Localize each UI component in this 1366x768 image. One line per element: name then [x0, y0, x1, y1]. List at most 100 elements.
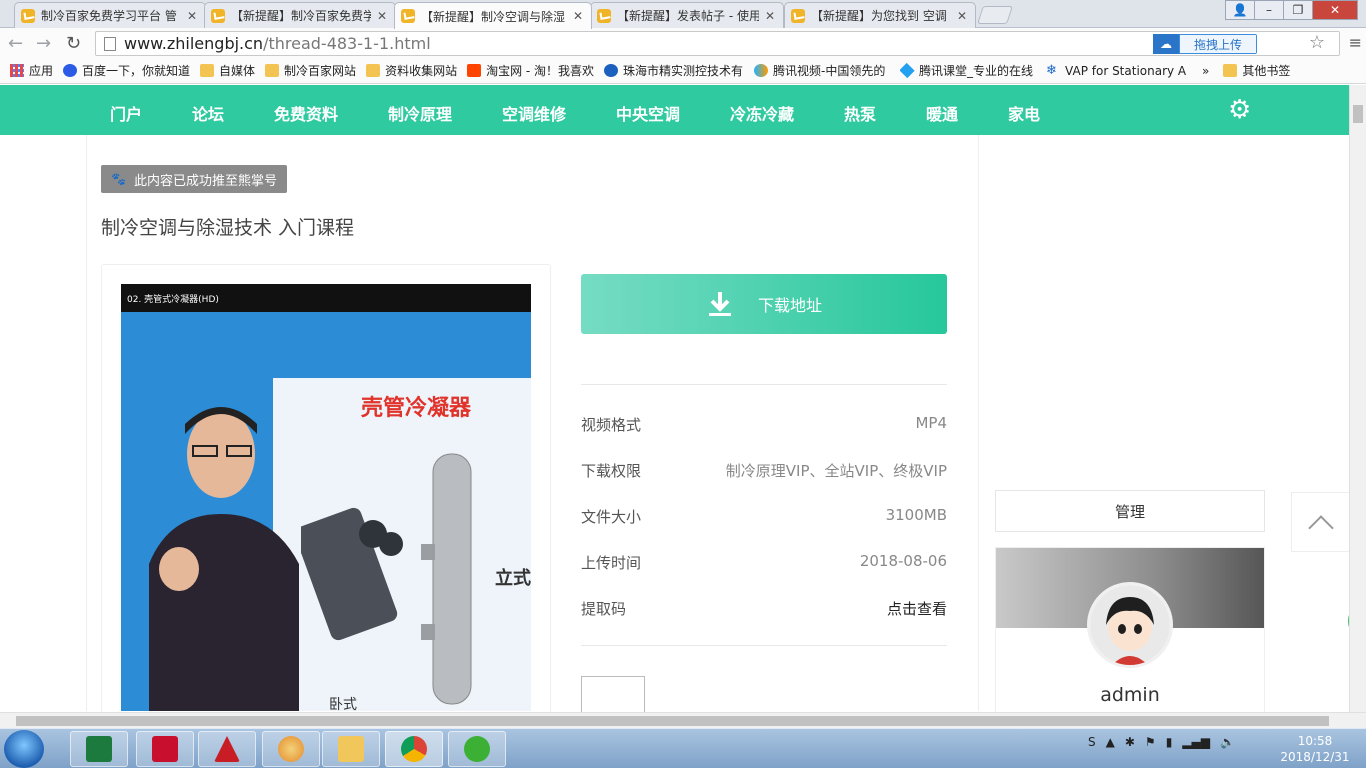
- pdf-icon: [152, 736, 178, 762]
- author-username[interactable]: admin: [995, 684, 1265, 706]
- nav-appliance[interactable]: 家电: [1008, 101, 1040, 125]
- manage-button[interactable]: 管理: [995, 490, 1265, 532]
- browser-menu-icon[interactable]: ≡: [1349, 33, 1362, 52]
- avatar[interactable]: [1087, 582, 1173, 668]
- drag-upload-button[interactable]: ☁ 拖拽上传: [1153, 34, 1257, 54]
- horizontal-scroll-thumb[interactable]: [16, 716, 1329, 726]
- excel-icon: [86, 736, 112, 762]
- taskbar-chrome[interactable]: [385, 731, 443, 767]
- nav-refrigeration-principle[interactable]: 制冷原理: [388, 101, 452, 125]
- nav-heat-pump[interactable]: 热泵: [844, 101, 876, 125]
- taskbar-autocad[interactable]: [198, 731, 256, 767]
- info-row-permission: 下载权限 制冷原理VIP、全站VIP、终极VIP: [581, 462, 947, 480]
- tab-close-icon[interactable]: ✕: [765, 9, 775, 23]
- back-to-top-button[interactable]: [1291, 492, 1351, 552]
- apps-grid-icon: [10, 64, 24, 77]
- reload-icon[interactable]: ↻: [66, 33, 81, 54]
- windows-taskbar: S ▲ ✱ ⚑ ▮ ▂▄▆ 🔈 10:58 2018/12/31: [0, 728, 1366, 768]
- divider: [581, 645, 947, 646]
- vertical-scrollbar[interactable]: [1349, 85, 1366, 712]
- other-bookmarks-folder[interactable]: 其他书签: [1223, 62, 1290, 79]
- tab-close-icon[interactable]: ✕: [377, 9, 387, 23]
- bookmark-zhuhai[interactable]: 珠海市精实测控技术有: [604, 62, 744, 79]
- battery-icon[interactable]: ▮: [1166, 735, 1173, 749]
- tab-close-icon[interactable]: ✕: [573, 9, 583, 23]
- nav-ac-repair[interactable]: 空调维修: [502, 101, 566, 125]
- signal-icon[interactable]: ▂▄▆: [1182, 735, 1210, 749]
- more-bookmarks-button[interactable]: »: [1202, 64, 1209, 78]
- bookmark-taobao[interactable]: 淘宝网 - 淘！我喜欢: [467, 62, 594, 79]
- horizontal-scrollbar[interactable]: [0, 712, 1366, 728]
- browser-tab-5[interactable]: 【新提醒】为您找到 空调 ✕: [784, 2, 976, 28]
- tab-label: 【新提醒】为您找到 空调: [811, 9, 947, 23]
- minimize-button[interactable]: –: [1254, 0, 1284, 20]
- broken-image-placeholder: [581, 676, 645, 716]
- new-tab-button[interactable]: [977, 6, 1013, 24]
- browser-tab-1[interactable]: 制冷百家免费学习平台 管 ✕: [14, 2, 206, 28]
- system-clock[interactable]: 10:58 2018/12/31: [1275, 733, 1355, 765]
- browser-tab-2[interactable]: 【新提醒】制冷百家免费学 ✕: [204, 2, 396, 28]
- download-button[interactable]: 下载地址: [581, 274, 947, 334]
- nav-forum[interactable]: 论坛: [192, 101, 224, 125]
- maximize-button[interactable]: ❐: [1283, 0, 1313, 20]
- folder-icon: [1223, 64, 1238, 77]
- sogou-ime-icon[interactable]: S: [1088, 735, 1096, 749]
- bookmark-star-icon[interactable]: ☆: [1309, 32, 1325, 53]
- nav-hvac[interactable]: 暖通: [926, 101, 958, 125]
- vertical-scroll-thumb[interactable]: [1353, 105, 1363, 123]
- bookmark-folder-media[interactable]: 自媒体: [200, 62, 255, 79]
- explorer-icon: [338, 736, 364, 762]
- slide-title: 壳管冷凝器: [361, 396, 472, 421]
- paint-icon: [278, 736, 304, 762]
- download-label: 下载地址: [757, 296, 822, 315]
- bookmark-tencent-class[interactable]: 腾讯课堂_专业的在线: [900, 62, 1036, 79]
- close-window-button[interactable]: ✕: [1312, 0, 1358, 20]
- taskbar-pdf[interactable]: [136, 731, 194, 767]
- site-favicon-icon: [21, 8, 35, 23]
- tencent-class-icon: [900, 62, 915, 79]
- bookmark-folder-site[interactable]: 制冷百家网站: [265, 62, 356, 79]
- back-arrow-icon[interactable]: ←: [8, 33, 23, 54]
- info-row-format: 视频格式 MP4: [581, 414, 947, 434]
- tab-close-icon[interactable]: ✕: [187, 9, 197, 23]
- browser-tab-4[interactable]: 【新提醒】发表帖子 - 使用 ✕: [590, 2, 784, 28]
- network-warning-icon[interactable]: ⚑: [1145, 735, 1156, 749]
- drag-upload-label: 拖拽上传: [1180, 35, 1256, 53]
- info-row-size: 文件大小 3100MB: [581, 506, 947, 526]
- bluetooth-icon[interactable]: ✱: [1125, 735, 1135, 749]
- volume-icon[interactable]: 🔈: [1220, 735, 1235, 749]
- video-caption: 02. 壳管式冷凝器(HD): [127, 295, 219, 305]
- settings-gear-icon[interactable]: ⚙: [1228, 95, 1260, 125]
- browser-tab-3-active[interactable]: 【新提醒】制冷空调与除湿 ✕: [394, 2, 592, 29]
- download-arrow-icon: [708, 292, 731, 316]
- bookmark-apps[interactable]: 应用: [10, 62, 53, 79]
- user-icon[interactable]: 👤: [1225, 0, 1255, 20]
- tray-expand-icon[interactable]: ▲: [1106, 735, 1115, 749]
- tab-close-icon[interactable]: ✕: [957, 9, 967, 23]
- bookmark-vap[interactable]: ❄ VAP for Stationary A: [1046, 64, 1186, 78]
- browser-tab-strip: 制冷百家免费学习平台 管 ✕ 【新提醒】制冷百家免费学 ✕ 【新提醒】制冷空调与…: [0, 0, 1366, 29]
- label-vertical: 立式: [495, 568, 531, 589]
- nav-free-materials[interactable]: 免费资料: [274, 101, 338, 125]
- post-title: 制冷空调与除湿技术 入门课程: [101, 217, 355, 239]
- address-toolbar: ← → ↻ www.zhilengbj.cn/thread-483-1-1.ht…: [0, 28, 1366, 58]
- folder-icon: [265, 64, 280, 77]
- start-button[interactable]: [4, 730, 44, 768]
- bookmark-tencent-video[interactable]: 腾讯视频-中国领先的: [754, 62, 890, 79]
- video-thumbnail[interactable]: 02. 壳管式冷凝器(HD) 壳管冷凝器 卧式 立式: [121, 284, 531, 711]
- tab-label: 【新提醒】发表帖子 - 使用: [617, 9, 759, 23]
- forward-arrow-icon[interactable]: →: [36, 33, 51, 54]
- bookmark-baidu[interactable]: 百度一下，你就知道: [63, 62, 190, 79]
- taskbar-excel[interactable]: [70, 731, 128, 767]
- nav-central-ac[interactable]: 中央空调: [616, 101, 680, 125]
- bookmark-folder-collect[interactable]: 资料收集网站: [366, 62, 457, 79]
- nav-portal[interactable]: 门户: [110, 101, 142, 125]
- vertical-condenser-image: [421, 453, 472, 705]
- taskbar-explorer[interactable]: [322, 731, 380, 767]
- nav-cold-storage[interactable]: 冷冻冷藏: [730, 101, 794, 125]
- url-bar[interactable]: www.zhilengbj.cn/thread-483-1-1.html ☁ 拖…: [95, 31, 1340, 56]
- taskbar-paint[interactable]: [262, 731, 320, 767]
- chrome-icon: [401, 736, 427, 762]
- taskbar-wechat[interactable]: [448, 731, 506, 767]
- view-code-link[interactable]: 点击查看: [887, 598, 947, 619]
